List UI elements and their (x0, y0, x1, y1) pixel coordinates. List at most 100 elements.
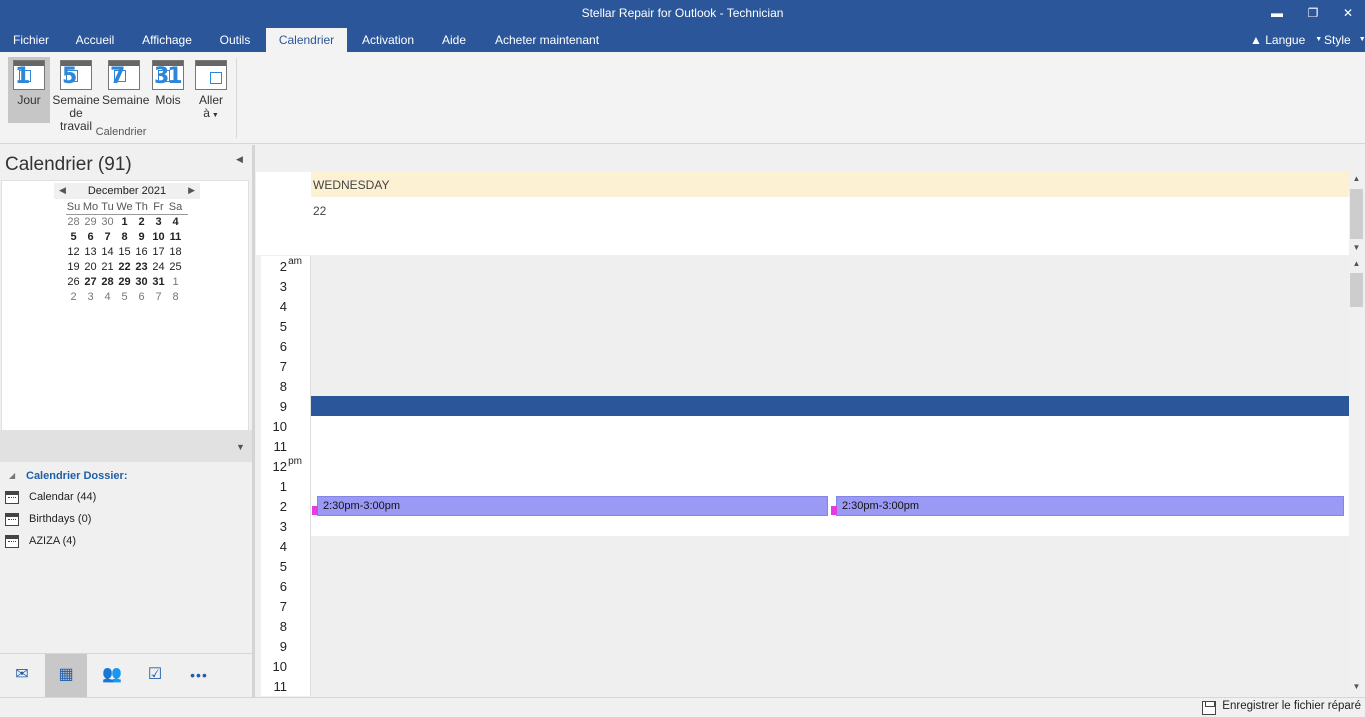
restore-button[interactable]: ❐ (1298, 3, 1328, 23)
hour-row[interactable]: 6 (261, 336, 1349, 356)
style-menu[interactable]: Style ▼ (1324, 28, 1365, 52)
hour-row[interactable]: 3 (261, 516, 1349, 536)
mini-calendar-day[interactable]: 21 (99, 261, 116, 273)
mini-calendar-day[interactable]: 26 (65, 276, 82, 288)
menu-acheter[interactable]: Acheter maintenant (486, 28, 608, 52)
time-slot[interactable] (311, 556, 1349, 576)
hour-row[interactable]: 10 (261, 656, 1349, 676)
mini-calendar-day[interactable]: 23 (133, 261, 150, 273)
calendar-nav-button[interactable]: ▦ (45, 654, 87, 697)
mini-calendar-day[interactable]: 1 (116, 216, 133, 228)
mini-calendar-day[interactable]: 11 (167, 231, 184, 243)
mini-calendar-day[interactable]: 8 (167, 291, 184, 303)
time-slot[interactable] (311, 436, 1349, 456)
appointment[interactable]: 2:30pm-3:00pm (312, 496, 828, 516)
time-slot[interactable] (311, 296, 1349, 316)
mini-calendar-day[interactable]: 14 (99, 246, 116, 258)
hour-row[interactable]: 8 (261, 376, 1349, 396)
mini-calendar-day[interactable]: 5 (116, 291, 133, 303)
time-slot[interactable] (311, 456, 1349, 476)
hour-row[interactable]: 3 (261, 276, 1349, 296)
hour-row[interactable]: 12 pm (261, 456, 1349, 476)
month-view-button[interactable]: 31 Mois (148, 57, 188, 123)
mini-calendar-day[interactable]: 4 (99, 291, 116, 303)
hour-row[interactable]: 7 (261, 596, 1349, 616)
scroll-up-icon[interactable]: ▲ (1349, 174, 1364, 183)
mini-calendar-day[interactable]: 8 (116, 231, 133, 243)
time-slot[interactable] (311, 576, 1349, 596)
hour-row[interactable]: 11 (261, 436, 1349, 456)
hour-row[interactable]: 2 am (261, 256, 1349, 276)
save-repaired-file-button[interactable]: Enregistrer le fichier réparé (1202, 700, 1361, 716)
time-slot[interactable] (311, 636, 1349, 656)
mini-calendar-day[interactable]: 28 (99, 276, 116, 288)
header-scrollbar[interactable]: ▲ ▼ (1349, 172, 1364, 255)
time-grid[interactable]: 2 am 3 4 5 6 7 8 9 10 11 12 pm 1 2 3 4 5 6 7 8 9 10 11 2:30pm-3:… (261, 256, 1349, 696)
tasks-nav-button[interactable]: ☑ (134, 654, 176, 697)
hour-row[interactable]: 6 (261, 576, 1349, 596)
time-slot[interactable] (311, 516, 1349, 536)
time-slot[interactable] (311, 316, 1349, 336)
time-slot[interactable] (311, 416, 1349, 436)
mini-calendar-day[interactable]: 29 (116, 276, 133, 288)
hour-row[interactable]: 10 (261, 416, 1349, 436)
mini-calendar-day[interactable]: 27 (82, 276, 99, 288)
week-view-button[interactable]: 7 Semaine (102, 57, 149, 123)
hour-row[interactable]: 5 (261, 316, 1349, 336)
menu-outils[interactable]: Outils (210, 28, 260, 52)
mini-calendar-day[interactable]: 2 (133, 216, 150, 228)
expand-triangle-icon[interactable]: ◢ (9, 471, 15, 480)
time-slot[interactable] (311, 676, 1349, 696)
time-slot[interactable] (311, 596, 1349, 616)
mini-calendar-day[interactable]: 29 (82, 216, 99, 228)
hour-row[interactable]: 9 (261, 396, 1349, 416)
mini-calendar-day[interactable]: 30 (99, 216, 116, 228)
hour-row[interactable]: 7 (261, 356, 1349, 376)
menu-fichier[interactable]: Fichier (4, 28, 58, 52)
time-slot[interactable] (311, 356, 1349, 376)
mini-calendar-day[interactable]: 1 (167, 276, 184, 288)
mini-calendar-day[interactable]: 7 (99, 231, 116, 243)
menu-accueil[interactable]: Accueil (66, 28, 124, 52)
work-week-button[interactable]: 5 Semaine de travail (52, 57, 100, 133)
mini-calendar-day[interactable]: 4 (167, 216, 184, 228)
mini-calendar-day[interactable]: 7 (150, 291, 167, 303)
mini-calendar-day[interactable]: 18 (167, 246, 184, 258)
chevron-down-icon[interactable]: ▼ (236, 442, 245, 452)
goto-button[interactable]: Aller à ▼ (190, 57, 232, 123)
appointment[interactable]: 2:30pm-3:00pm (831, 496, 1344, 516)
hour-row[interactable]: 11 (261, 676, 1349, 696)
time-slot[interactable] (311, 396, 1349, 416)
minimize-button[interactable]: ▬ (1262, 3, 1292, 23)
time-slot[interactable] (311, 376, 1349, 396)
mini-calendar-day[interactable]: 5 (65, 231, 82, 243)
mini-calendar-day[interactable]: 3 (150, 216, 167, 228)
pane-divider[interactable]: ▼ (0, 430, 252, 462)
mini-calendar-day[interactable]: 17 (150, 246, 167, 258)
time-slot[interactable] (311, 476, 1349, 496)
mini-calendar-day[interactable]: 28 (65, 216, 82, 228)
mini-calendar-day[interactable]: 31 (150, 276, 167, 288)
mini-calendar-day[interactable]: 9 (133, 231, 150, 243)
contacts-nav-button[interactable]: 👥 (91, 654, 133, 697)
language-menu[interactable]: ▲ Langue ▼ (1250, 28, 1322, 52)
time-slot[interactable] (311, 336, 1349, 356)
next-month-icon[interactable]: ▶ (188, 185, 195, 196)
pane-splitter[interactable] (252, 145, 255, 697)
hour-row[interactable]: 4 (261, 296, 1349, 316)
scroll-down-icon[interactable]: ▼ (1349, 682, 1364, 691)
time-slot[interactable] (311, 616, 1349, 636)
mini-calendar-day[interactable]: 12 (65, 246, 82, 258)
time-slot[interactable] (311, 536, 1349, 556)
mini-calendar-day[interactable]: 13 (82, 246, 99, 258)
scrollbar-thumb[interactable] (1350, 273, 1363, 307)
time-slot[interactable] (311, 256, 1349, 276)
menu-activation[interactable]: Activation (354, 28, 422, 52)
mini-calendar-day[interactable]: 10 (150, 231, 167, 243)
time-slot[interactable] (311, 276, 1349, 296)
menu-calendrier[interactable]: Calendrier (266, 28, 347, 52)
time-slot[interactable] (311, 656, 1349, 676)
day-view-button[interactable]: 1 Jour (8, 57, 50, 123)
close-button[interactable]: ✕ (1333, 3, 1363, 23)
scroll-up-icon[interactable]: ▲ (1349, 259, 1364, 268)
